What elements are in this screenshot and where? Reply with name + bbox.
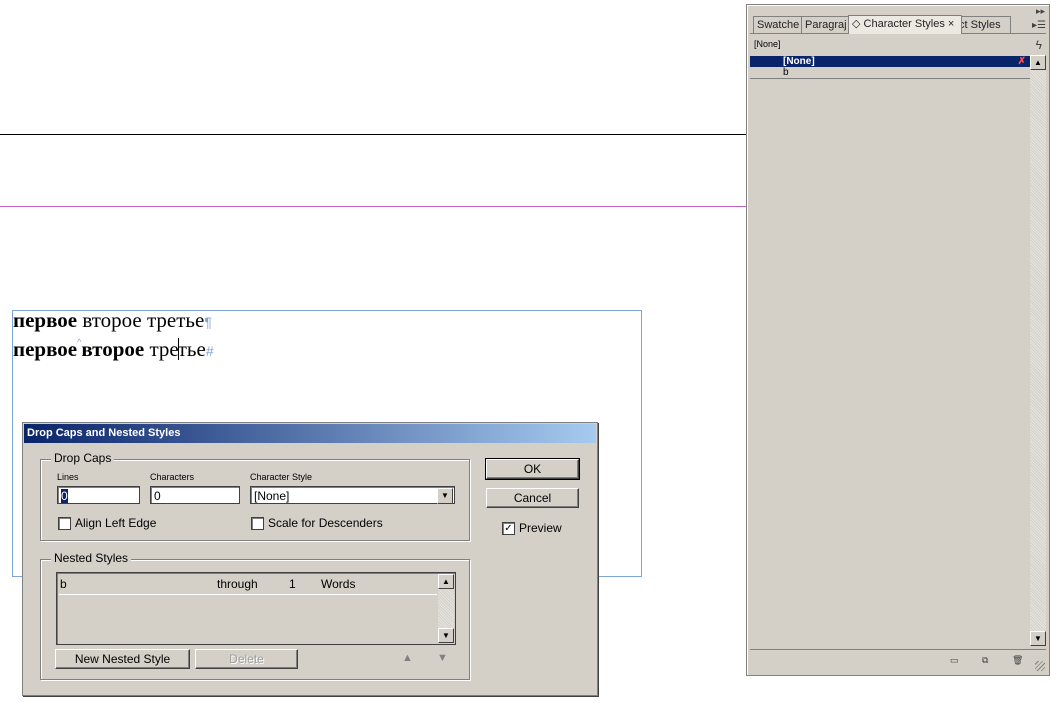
preview-label[interactable]: Preview — [519, 521, 562, 535]
folder-icon[interactable]: ▭ — [950, 656, 960, 665]
nested-style-unit[interactable]: Words — [321, 574, 355, 594]
text-line-2[interactable]: первое^второе третье# — [13, 337, 214, 362]
scroll-up-icon[interactable]: ▲ — [438, 574, 454, 589]
panel-menu-icon[interactable]: ▸☰ — [1032, 20, 1046, 31]
end-of-story-icon: # — [205, 343, 214, 359]
preview-checkbox[interactable]: ✓ — [502, 522, 515, 535]
character-styles-panel: ▸▸ Swatche Paragraj ◇ Character Styles ×… — [746, 4, 1050, 676]
panel-footer: ▭ ⧉ 🗑 — [750, 649, 1046, 672]
nested-styles-group-label: Nested Styles — [51, 551, 132, 565]
nested-style-name[interactable]: b — [60, 574, 67, 594]
tab-swatches[interactable]: Swatche — [753, 16, 807, 33]
locked-style-icon: ✗ — [1017, 56, 1026, 67]
panel-body: [None] ϟ [None] ✗ b ▲ ▼ ▭ ⧉ 🗑 — [750, 33, 1046, 672]
quick-apply-icon[interactable]: ϟ — [1036, 38, 1042, 52]
list-scrollbar[interactable]: ▲ ▼ — [438, 574, 454, 643]
pilcrow-icon: ¶ — [204, 314, 212, 330]
plain-text: второе третье — [77, 308, 205, 332]
move-down-icon[interactable]: ▼ — [437, 652, 448, 664]
move-up-icon[interactable]: ▲ — [402, 652, 413, 664]
nested-style-mode[interactable]: through — [217, 574, 258, 594]
delete-button[interactable]: Delete — [195, 649, 298, 669]
align-left-edge-label[interactable]: Align Left Edge — [75, 516, 156, 530]
bold-word: первое — [13, 337, 78, 361]
lines-label: Lines — [57, 472, 79, 482]
dialog-title[interactable]: Drop Caps and Nested Styles — [24, 424, 596, 443]
character-style-label: Character Style — [250, 472, 313, 482]
scroll-up-icon[interactable]: ▲ — [1030, 55, 1046, 70]
scroll-down-icon[interactable]: ▼ — [438, 628, 454, 643]
list-item[interactable]: b — [750, 67, 1030, 79]
character-style-value: [None] — [254, 489, 290, 503]
new-nested-style-button[interactable]: New Nested Style — [55, 649, 190, 669]
collapse-panel-icon[interactable]: ▸▸ — [1036, 6, 1045, 17]
trash-icon[interactable]: 🗑 — [1012, 656, 1023, 665]
page-guide-line — [0, 206, 748, 207]
list-item[interactable]: b through 1 Words — [59, 574, 437, 595]
style-name: [None] — [783, 56, 815, 67]
styles-list[interactable]: [None] ✗ b — [750, 55, 1030, 646]
tab-object-styles[interactable]: ct Styles — [955, 16, 1011, 33]
ok-button[interactable]: OK — [485, 458, 580, 480]
scroll-down-icon[interactable]: ▼ — [1030, 631, 1046, 646]
align-left-edge-checkbox[interactable] — [58, 517, 71, 530]
drop-caps-dialog: Drop Caps and Nested Styles Drop Caps Li… — [22, 422, 598, 696]
plain-text: тье — [177, 337, 206, 361]
characters-label: Characters — [150, 472, 195, 482]
page-margin-line — [0, 134, 748, 135]
styles-scrollbar[interactable]: ▲ ▼ — [1030, 55, 1046, 646]
tab-paragraph[interactable]: Paragraj — [801, 16, 855, 33]
character-style-select[interactable]: [None] ▼ — [250, 486, 455, 504]
drop-caps-group-label: Drop Caps — [51, 451, 115, 465]
list-item[interactable]: [None] ✗ — [750, 56, 1030, 67]
characters-field[interactable]: 0 — [150, 486, 240, 504]
nested-style-count[interactable]: 1 — [289, 574, 296, 594]
scale-descenders-label[interactable]: Scale for Descenders — [268, 516, 383, 530]
lines-field[interactable]: 0 — [57, 486, 140, 504]
new-style-icon[interactable]: ⧉ — [982, 656, 992, 665]
scale-descenders-checkbox[interactable] — [251, 517, 264, 530]
bold-word: первое — [13, 308, 78, 332]
plain-text: тре — [144, 337, 179, 361]
text-line-1[interactable]: первое второе третье¶ — [13, 308, 212, 333]
cancel-button[interactable]: Cancel — [486, 488, 579, 508]
current-style-label: [None] — [754, 39, 781, 49]
style-name: b — [783, 67, 789, 78]
tab-character-styles[interactable]: ◇ Character Styles × — [848, 15, 962, 34]
resize-grip-icon[interactable] — [1035, 661, 1045, 671]
nested-styles-list[interactable]: b through 1 Words ▲ ▼ — [56, 572, 456, 645]
chevron-down-icon[interactable]: ▼ — [437, 488, 453, 504]
bold-word: второе — [81, 337, 145, 361]
